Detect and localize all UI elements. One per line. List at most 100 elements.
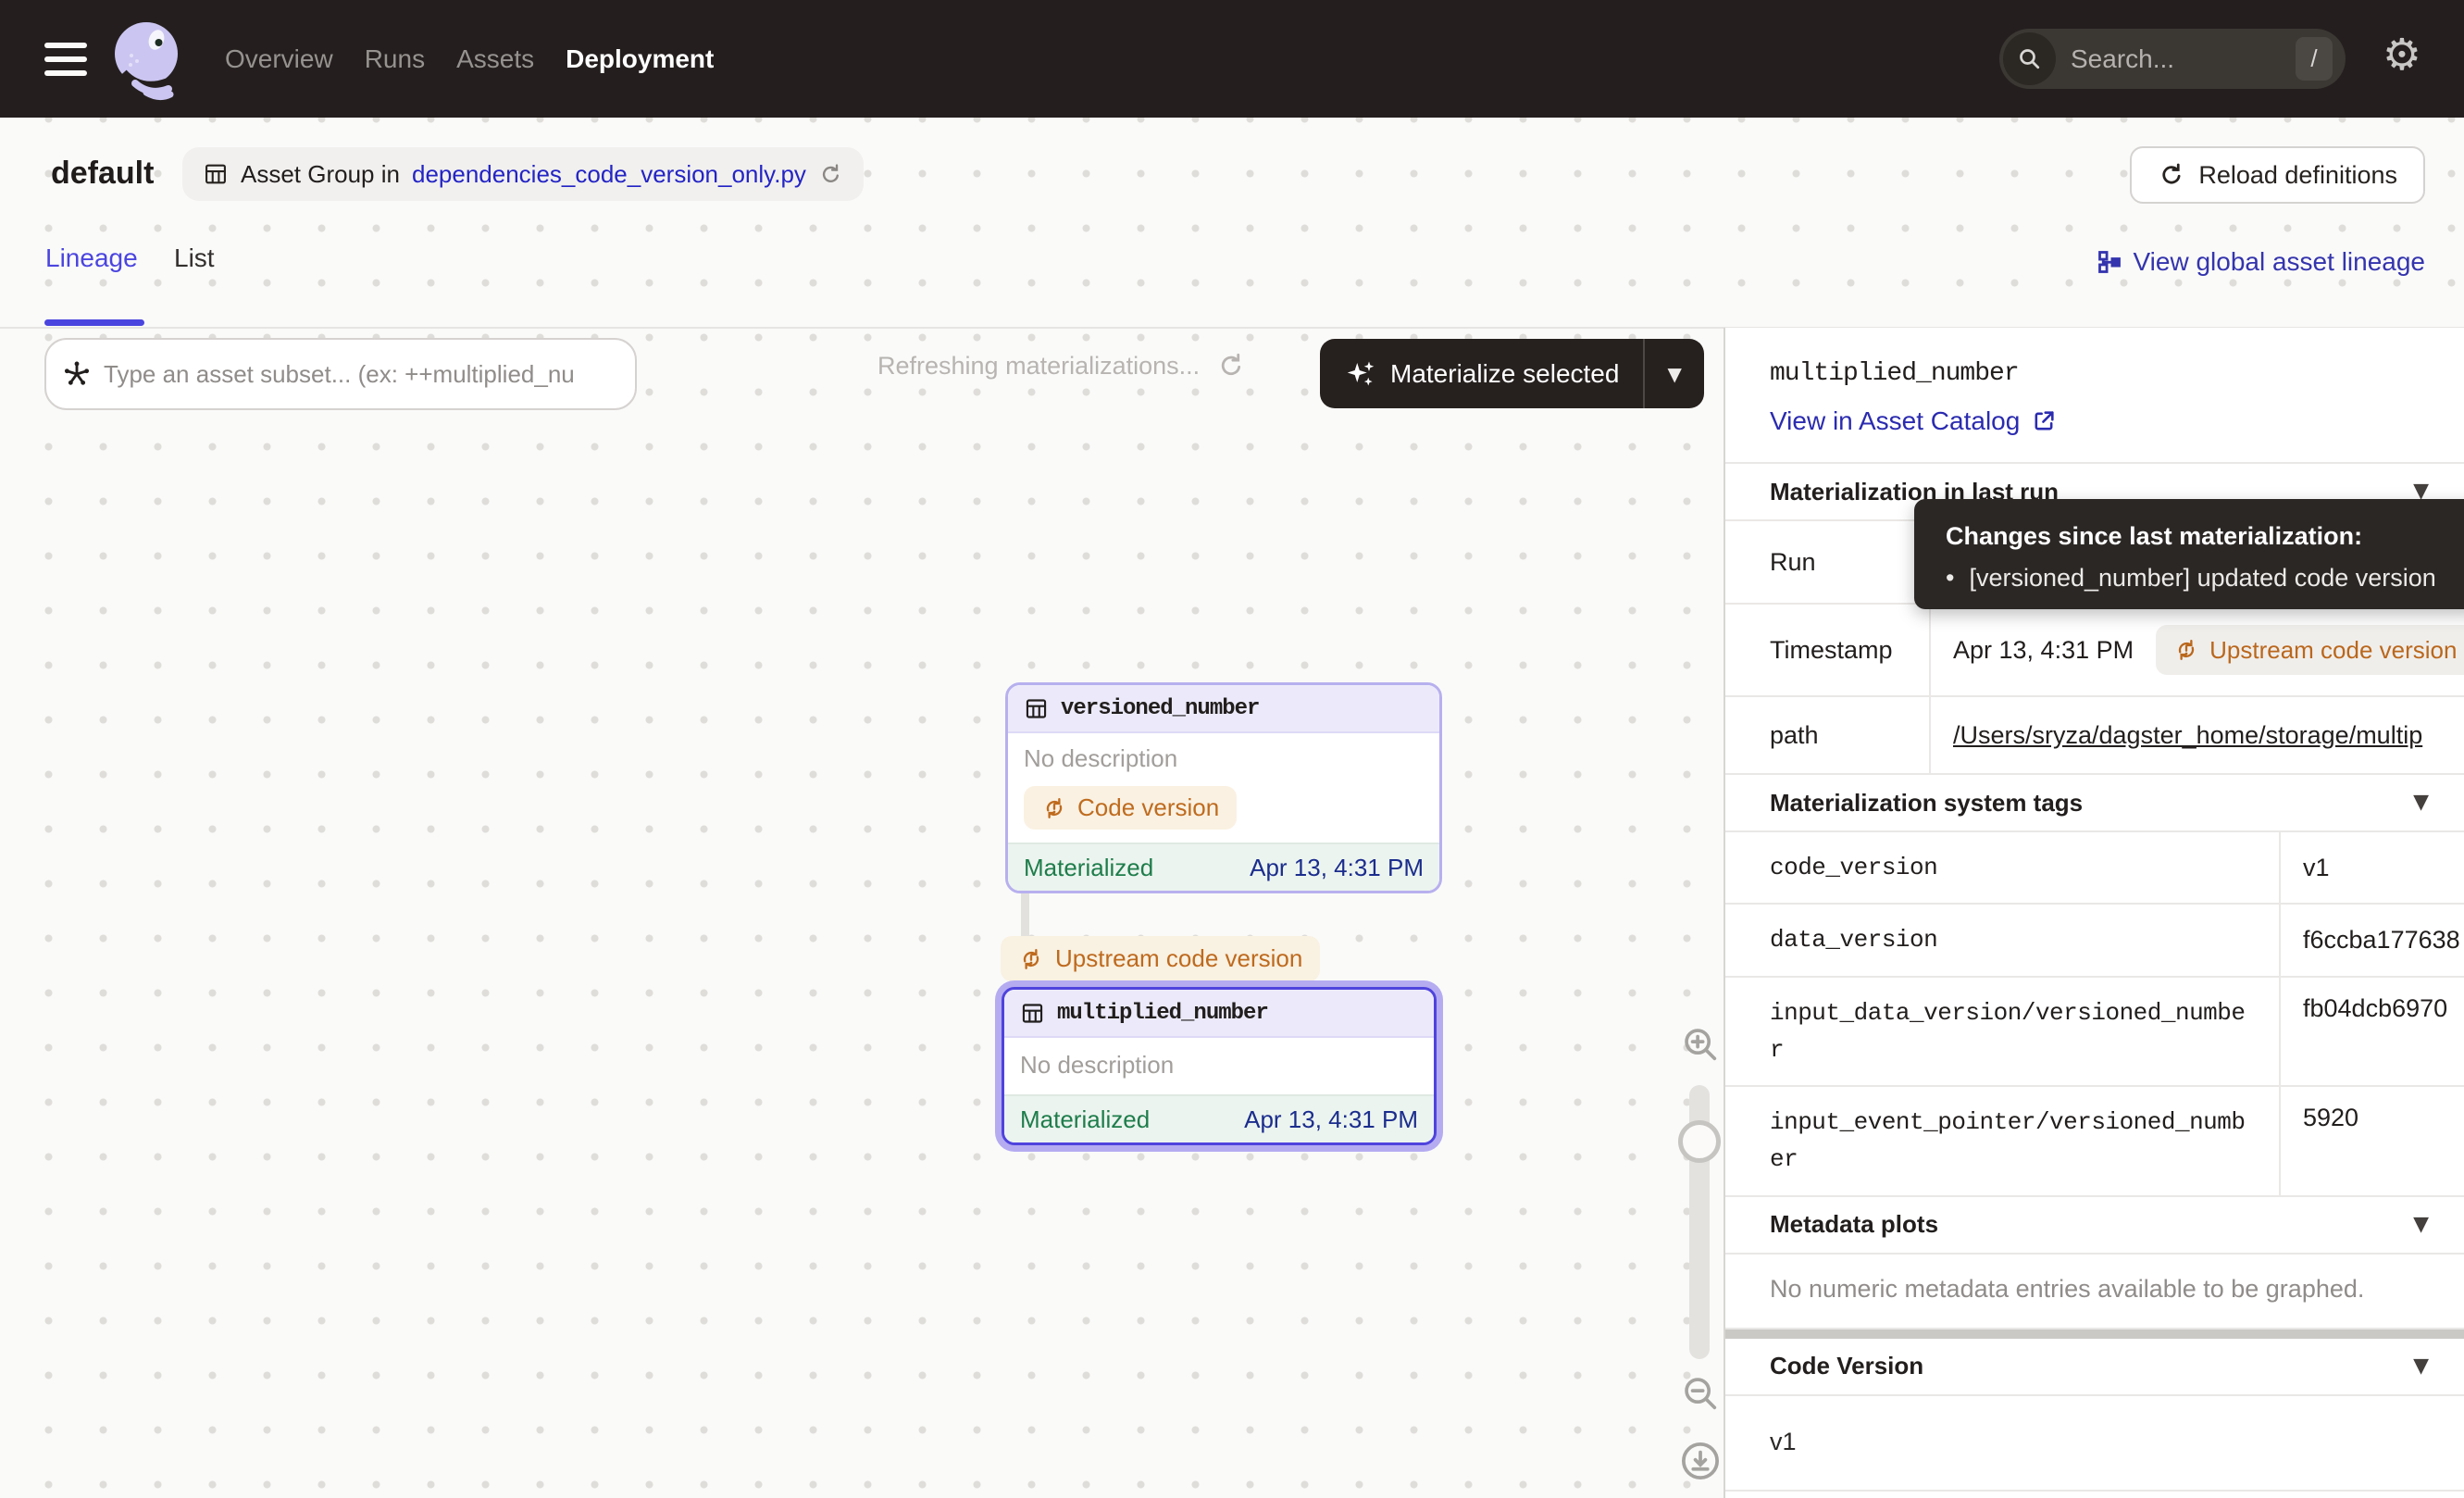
view-global-asset-lineage-label: View global asset lineage	[2134, 247, 2425, 277]
view-in-asset-catalog-link[interactable]: View in Asset Catalog	[1770, 406, 2057, 436]
materialized-timestamp[interactable]: Apr 13, 4:31 PM	[1250, 854, 1424, 882]
table-icon	[1020, 1001, 1045, 1026]
page-title: default	[51, 156, 154, 192]
gear-icon[interactable]: ⚙	[2383, 33, 2421, 77]
dagster-logo-icon[interactable]	[109, 17, 183, 102]
asset-group-badge: Asset Group in dependencies_code_version…	[182, 147, 864, 201]
tag-key: input_event_pointer/versioned_number	[1725, 1087, 2279, 1195]
code-version-tag-label: Code version	[1077, 793, 1219, 822]
node-description: No description	[1024, 744, 1424, 773]
materialize-main[interactable]: Materialize selected	[1320, 339, 1643, 408]
top-nav: Overview Runs Assets Deployment / ⚙	[0, 0, 2464, 118]
search-shortcut-key: /	[2296, 37, 2333, 81]
reload-icon[interactable]	[818, 162, 843, 187]
section-config[interactable]: Config	[1725, 1492, 2464, 1498]
tab-list[interactable]: List	[174, 243, 215, 273]
code-version-value: v1	[1725, 1396, 2464, 1492]
nav-items: Overview Runs Assets Deployment	[225, 44, 714, 74]
workspace: default Asset Group in dependencies_code…	[0, 118, 2464, 1498]
chevron-down-icon: ▼	[1667, 365, 1681, 383]
table-row-code-version: code_version v1	[1725, 832, 2464, 905]
node-header: multiplied_number	[1004, 990, 1434, 1038]
timestamp-value[interactable]: Apr 13, 4:31 PM	[1953, 636, 2134, 665]
refresh-icon	[2158, 161, 2185, 189]
chevron-down-icon: ▼	[2413, 1356, 2429, 1377]
asset-group-label: Asset Group in	[241, 160, 400, 189]
search-box[interactable]: /	[1999, 29, 2346, 89]
table-row-timestamp: Timestamp Apr 13, 4:31 PM Upstream code …	[1725, 605, 2464, 697]
materialized-timestamp[interactable]: Apr 13, 4:31 PM	[1244, 1105, 1418, 1134]
section-metadata-plots[interactable]: Metadata plots ▼	[1725, 1197, 2464, 1255]
download-image-icon[interactable]	[1677, 1438, 1724, 1484]
zoom-out-icon[interactable]	[1679, 1372, 1722, 1415]
node-footer: Materialized Apr 13, 4:31 PM	[1004, 1094, 1434, 1142]
refresh-icon[interactable]	[1216, 351, 1246, 381]
row-value: Apr 13, 4:31 PM Upstream code version	[1929, 605, 2464, 695]
nav-item-deployment[interactable]: Deployment	[566, 44, 714, 74]
tooltip-title: Changes since last materialization:	[1946, 522, 2453, 551]
section-separator-bar	[1725, 1329, 2464, 1339]
reload-definitions-button[interactable]: Reload definitions	[2130, 146, 2425, 204]
nav-item-assets[interactable]: Assets	[456, 44, 534, 74]
view-in-asset-catalog-label: View in Asset Catalog	[1770, 406, 2020, 436]
tag-value: f6ccba177638	[2279, 905, 2464, 975]
code-version-cycle-icon	[2173, 637, 2199, 663]
view-global-asset-lineage-link[interactable]: View global asset lineage	[2097, 247, 2425, 277]
section-code-version[interactable]: Code Version ▼	[1725, 1339, 2464, 1396]
materialized-status: Materialized	[1024, 854, 1153, 882]
path-link[interactable]: /Users/sryza/dagster_home/storage/multip	[1953, 721, 2422, 750]
reload-definitions-label: Reload definitions	[2198, 161, 2397, 190]
sparkle-icon	[1344, 357, 1377, 391]
graph-asterisk-icon	[61, 358, 93, 390]
asset-subset-filter[interactable]	[44, 338, 637, 410]
materialized-status: Materialized	[1020, 1105, 1150, 1134]
nav-item-runs[interactable]: Runs	[365, 44, 425, 74]
search-input[interactable]	[2071, 44, 2296, 74]
tag-value: 5920	[2279, 1087, 2464, 1195]
chevron-down-icon: ▼	[2413, 1215, 2429, 1235]
badge-label: Upstream code version	[2209, 636, 2457, 665]
asset-group-file-link[interactable]: dependencies_code_version_only.py	[412, 160, 806, 189]
tag-value: v1	[2279, 832, 2464, 903]
row-label: Run	[1725, 521, 1929, 603]
table-row-input-data-version: input_data_version/versioned_number fb04…	[1725, 978, 2464, 1088]
materialize-dropdown[interactable]: ▼	[1645, 339, 1703, 408]
table-row-data-version: data_version f6ccba177638	[1725, 905, 2464, 977]
table-icon	[1024, 696, 1049, 721]
zoom-slider-handle[interactable]	[1678, 1120, 1721, 1163]
table-row-input-event-pointer: input_event_pointer/versioned_number 592…	[1725, 1087, 2464, 1197]
panel-asset-title: multiplied_number	[1770, 359, 2420, 388]
refreshing-label: Refreshing materializations...	[877, 352, 1200, 381]
bullet-icon: •	[1946, 564, 1954, 593]
hamburger-menu-icon[interactable]	[44, 41, 87, 78]
row-label: Timestamp	[1725, 605, 1929, 695]
node-title: versioned_number	[1061, 696, 1259, 721]
node-description: No description	[1020, 1051, 1418, 1080]
zoom-in-icon[interactable]	[1679, 1023, 1722, 1066]
row-label: path	[1725, 697, 1929, 773]
asset-node-multiplied-number[interactable]: multiplied_number No description Materia…	[1002, 987, 1437, 1145]
section-materialization-system-tags[interactable]: Materialization system tags ▼	[1725, 775, 2464, 832]
node-title: multiplied_number	[1057, 1001, 1268, 1026]
upstream-code-version-edge-label[interactable]: Upstream code version	[1001, 936, 1320, 981]
node-header: versioned_number	[1008, 685, 1439, 733]
tab-lineage[interactable]: Lineage	[45, 243, 138, 273]
code-version-tag[interactable]: Code version	[1024, 786, 1237, 830]
asset-subset-input[interactable]	[104, 360, 620, 389]
table-row-path: path /Users/sryza/dagster_home/storage/m…	[1725, 697, 2464, 775]
nav-item-overview[interactable]: Overview	[225, 44, 333, 74]
refreshing-status: Refreshing materializations...	[877, 351, 1246, 381]
tag-value: fb04dcb6970	[2279, 978, 2464, 1086]
external-link-icon	[2031, 408, 2057, 434]
tag-key: data_version	[1725, 905, 2279, 975]
lineage-graph-icon	[2097, 249, 2122, 275]
changes-tooltip: Changes since last materialization: • [v…	[1914, 499, 2464, 609]
tag-key: input_data_version/versioned_number	[1725, 978, 2279, 1086]
upstream-code-version-badge[interactable]: Upstream code version	[2156, 625, 2464, 675]
materialize-selected-button[interactable]: Materialize selected ▼	[1320, 339, 1704, 408]
search-icon	[2003, 32, 2056, 85]
dagster-app: Overview Runs Assets Deployment / ⚙ defa…	[0, 0, 2464, 1498]
section-label: Materialization system tags	[1770, 789, 2083, 818]
asset-node-versioned-number[interactable]: versioned_number No description Code ver…	[1005, 682, 1442, 893]
tooltip-bullet-text: [versioned_number] updated code version	[1969, 564, 2435, 593]
